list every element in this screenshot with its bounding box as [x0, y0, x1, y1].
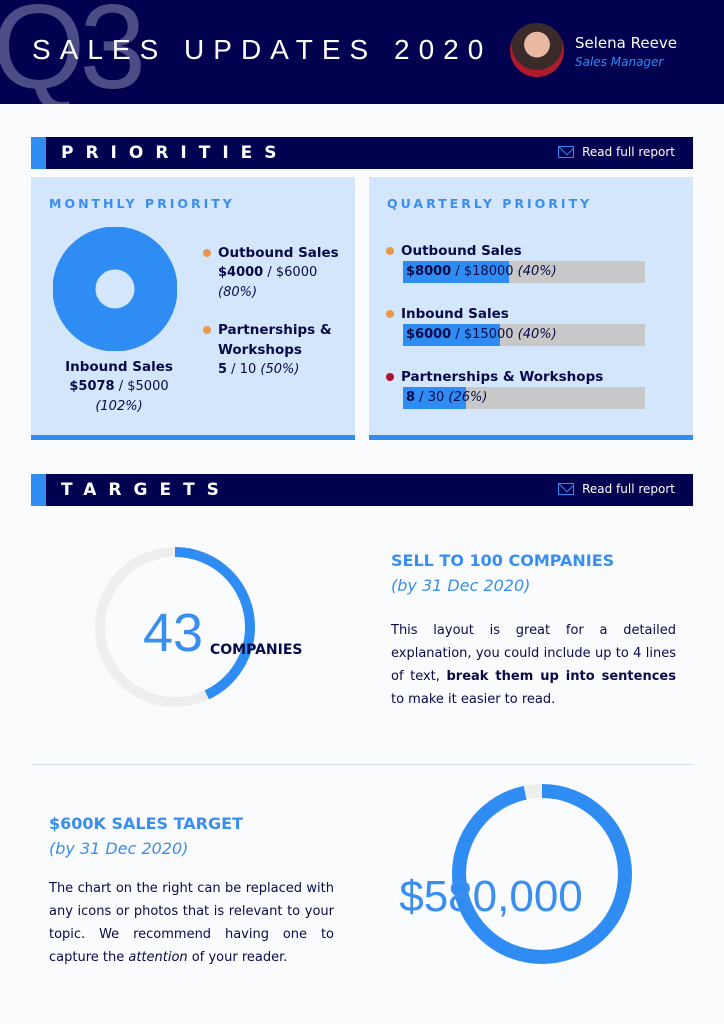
- progress-bar: 8 / 30 (26%): [403, 387, 645, 409]
- monthly-panel: MONTHLY PRIORITY Inbound Sales $5078 / $…: [31, 177, 355, 440]
- donut-ring: [53, 227, 177, 351]
- quarterly-item: Inbound Sales $6000 / $15000 (40%): [386, 306, 645, 346]
- dot-icon: [203, 249, 211, 257]
- item-value: 5: [218, 362, 228, 377]
- divider: [31, 764, 693, 765]
- read-report-link[interactable]: Read full report: [558, 482, 675, 496]
- priorities-bar: PRIORITIES Read full report: [31, 137, 693, 169]
- author-role: Sales Manager: [575, 55, 664, 69]
- section-title: TARGETS: [61, 480, 231, 500]
- item-pct: (40%): [517, 264, 557, 279]
- companies-text: This layout is great for a detailed expl…: [391, 623, 676, 707]
- targets-bar: TARGETS Read full report: [31, 474, 693, 506]
- item-target: / $15000: [451, 327, 518, 342]
- envelope-icon: [558, 483, 575, 495]
- sales-text: The chart on the right can be replaced w…: [49, 881, 334, 965]
- sales-amount: $580,000: [399, 872, 583, 921]
- panel-heading: QUARTERLY PRIORITY: [387, 196, 593, 211]
- dot-icon: [386, 247, 394, 255]
- item-pct: (50%): [260, 362, 300, 377]
- panel-heading: MONTHLY PRIORITY: [49, 196, 235, 211]
- envelope-icon: [558, 146, 575, 158]
- item-target: / 30: [415, 390, 449, 405]
- quarterly-panel: QUARTERLY PRIORITY Outbound Sales $8000 …: [369, 177, 693, 440]
- dot-icon: [203, 326, 211, 334]
- quarterly-item: Outbound Sales $8000 / $18000 (40%): [386, 243, 645, 283]
- author-name: Selena Reeve: [575, 34, 677, 52]
- monthly-donut: [53, 227, 177, 351]
- item-label: Partnerships & Workshops: [401, 369, 604, 385]
- item-target: / $6000: [263, 265, 318, 280]
- item-label-2: Workshops: [218, 342, 302, 358]
- progress-bar: $8000 / $18000 (40%): [403, 261, 645, 283]
- item-value: $4000: [218, 265, 264, 280]
- dot-icon: [386, 310, 394, 318]
- item-pct: (26%): [448, 390, 488, 405]
- quarterly-item: Partnerships & Workshops 8 / 30 (26%): [386, 369, 645, 409]
- item-value: $8000: [406, 264, 452, 279]
- companies-heading: SELL TO 100 COMPANIES: [391, 551, 615, 570]
- read-report-link[interactable]: Read full report: [558, 145, 675, 159]
- link-label: Read full report: [582, 145, 675, 159]
- section-title: PRIORITIES: [61, 143, 289, 163]
- metric-pct: (102%): [95, 399, 143, 414]
- companies-deadline: (by 31 Dec 2020): [391, 576, 531, 595]
- item-pct: (40%): [517, 327, 557, 342]
- avatar: [510, 23, 564, 77]
- item-target: / $18000: [451, 264, 518, 279]
- item-value: 8: [406, 390, 416, 405]
- item-label: Inbound Sales: [401, 306, 509, 322]
- dot-icon: [386, 373, 394, 381]
- metric-value: $5078: [69, 379, 115, 394]
- companies-unit: COMPANIES: [210, 642, 303, 658]
- main-metric: Inbound Sales $5078 / $5000 (102%): [31, 357, 207, 417]
- metric-label: Inbound Sales: [65, 359, 173, 375]
- item-label: Outbound Sales: [218, 245, 339, 261]
- item-value: $6000: [406, 327, 452, 342]
- item-pct: (80%): [218, 285, 258, 300]
- progress-bar: $6000 / $15000 (40%): [403, 324, 645, 346]
- metric-target: / $5000: [114, 379, 169, 394]
- companies-count: 43: [143, 603, 204, 663]
- monthly-item: Outbound Sales $4000 / $6000 (80%): [203, 243, 339, 303]
- item-label: Outbound Sales: [401, 243, 522, 259]
- page-title: SALES UPDATES 2020: [32, 34, 493, 65]
- item-target: / 10: [227, 362, 261, 377]
- sales-deadline: (by 31 Dec 2020): [49, 839, 189, 858]
- sales-heading: $600K SALES TARGET: [49, 814, 243, 833]
- header: Q3 SALES UPDATES 2020 Selena Reeve Sales…: [0, 0, 724, 104]
- monthly-item: Partnerships & Workshops 5 / 10 (50%): [203, 320, 332, 380]
- link-label: Read full report: [582, 482, 675, 496]
- item-label: Partnerships &: [218, 322, 332, 338]
